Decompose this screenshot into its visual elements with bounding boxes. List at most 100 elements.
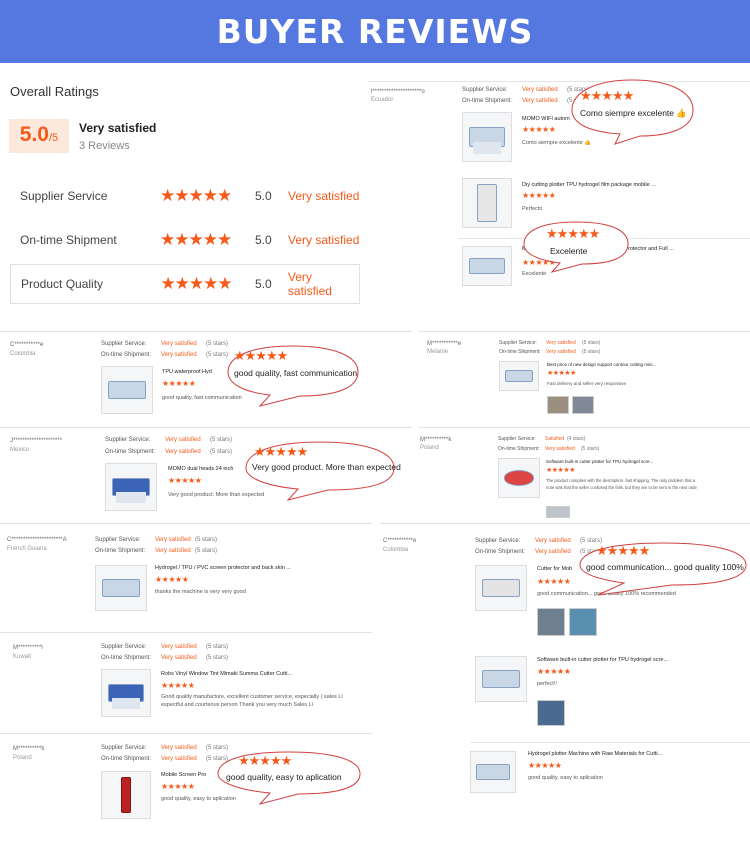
product-thumbnail[interactable] (498, 458, 540, 498)
product-thumbnail[interactable] (95, 565, 147, 611)
product-title[interactable]: Hydrogel plotter Machine with Raw Materi… (528, 751, 688, 757)
product-thumbnail[interactable] (499, 361, 539, 391)
meta-stars: (4 stars) (567, 436, 586, 442)
banner: BUYER REVIEWS (0, 0, 750, 63)
score-badge: 5.0 /5 (9, 119, 69, 153)
meta-value: Very satisfied (161, 341, 197, 347)
shipment-row: On-time Shipment: Very satisfied (5 star… (95, 548, 217, 554)
product-stars: ★★★★★ (155, 575, 189, 584)
bubble-text: good quality, fast communication (234, 368, 358, 378)
review-photo[interactable] (537, 608, 565, 636)
meta-stars: (5 stars) (206, 655, 229, 661)
product-stars: ★★★★★ (161, 681, 195, 690)
bubble-stars: ★★★★★ (238, 753, 292, 768)
meta-value: Satisfied (545, 436, 565, 442)
plotter-image-icon (482, 670, 520, 688)
meta-label: On-time Shipment: (499, 349, 541, 355)
reviewer-name: C**********************A (7, 537, 67, 543)
meta-stars: (5 stars) (210, 437, 233, 443)
product-thumbnail[interactable] (475, 565, 527, 611)
product-title[interactable]: Robs Vinyl Window Tint Mimaki Summa Cutt… (161, 671, 341, 677)
meta-value: Very satisfied (161, 644, 197, 650)
bubble-text: Como siempre excelente 👍 (580, 108, 687, 118)
product-title[interactable]: TPU waterproof Hyd (162, 369, 232, 375)
product-title[interactable]: Mobile Screen Pro (161, 772, 221, 778)
plotter-image-icon (504, 370, 534, 382)
product-stars: ★★★★★ (537, 667, 571, 676)
reviewer-country: French Guiana (7, 546, 47, 552)
divider (0, 331, 412, 332)
product-title[interactable]: Best price of new design support contour… (547, 362, 677, 367)
plotter-image-icon (108, 380, 146, 400)
rating-value: 5.0 (255, 233, 272, 247)
rating-row-quality[interactable]: Product Quality ★★★★★ 5.0 Very satisfied (10, 264, 360, 304)
star-rating-icon: ★★★★★ (160, 274, 232, 293)
meta-value: Very satisfied (522, 87, 558, 93)
supplier-service-row: Supplier Service: Very satisfied (5 star… (499, 340, 600, 346)
product-title[interactable]: Diy cutting plotter TPU hydrogel film pa… (522, 182, 682, 188)
meta-stars: (5 stars) (210, 449, 233, 455)
bubble-stars: ★★★★★ (596, 543, 650, 558)
meta-value: Very satisfied (155, 537, 191, 543)
rating-label: Supplier Service (20, 189, 108, 203)
reviewer-name: M**********l (13, 645, 43, 651)
product-thumbnail[interactable] (101, 366, 153, 414)
product-thumbnail[interactable] (462, 246, 512, 286)
reviewer-country: Kuwait (13, 654, 32, 660)
review-photo[interactable] (572, 396, 594, 414)
review-photo[interactable] (546, 506, 570, 518)
product-thumbnail[interactable] (101, 771, 151, 819)
meta-label: On-time Shipment: (475, 549, 526, 555)
product-thumbnail[interactable] (475, 656, 527, 702)
bubble-text: good communication... good quality 100% (586, 562, 744, 572)
product-comment: perfect!! (537, 681, 557, 687)
product-title[interactable]: Software built-in cutter plotter for TPU… (537, 657, 707, 663)
meta-value: Very satisfied (545, 446, 575, 452)
review-photo[interactable] (537, 700, 565, 726)
product-comment: thanks the machine is very very good (155, 589, 246, 595)
meta-stars: (5 stars) (581, 446, 600, 452)
product-thumbnail[interactable] (470, 751, 516, 793)
divider (380, 523, 750, 524)
product-thumbnail[interactable] (105, 463, 157, 511)
meta-label: Supplier Service: (499, 340, 537, 346)
product-stars: ★★★★★ (537, 577, 571, 586)
meta-stars: (5 stars) (195, 548, 218, 554)
rating-row-shipment: On-time Shipment ★★★★★ 5.0 Very satisfie… (10, 220, 360, 260)
product-thumbnail[interactable] (101, 669, 151, 717)
star-rating-icon: ★★★★★ (160, 230, 232, 249)
overall-ratings-title: Overall Ratings (10, 84, 99, 99)
supplier-service-row: Supplier Service: Very satisfied (5 star… (95, 537, 217, 543)
product-thumbnail[interactable] (462, 178, 512, 228)
product-stars: ★★★★★ (546, 467, 575, 474)
product-stars: ★★★★★ (161, 782, 195, 791)
plotter-stand (116, 491, 146, 504)
reviewer-country: Mexico (10, 447, 30, 453)
supplier-service-row: Supplier Service: Very satisfied (5 star… (105, 437, 232, 443)
score-out-of: /5 (49, 132, 59, 144)
review-photo[interactable] (569, 608, 597, 636)
product-title[interactable]: Software built-in cutter plotter for TPU… (546, 459, 696, 464)
reviewer-name: M**********k (420, 437, 452, 443)
plotter-image-icon (476, 764, 510, 780)
meta-label: Supplier Service: (462, 87, 508, 93)
meta-value: Very satisfied (535, 549, 571, 555)
reviewer-country: Poland (420, 445, 439, 451)
product-comment: good quality, easy to aplication (528, 775, 603, 781)
review-count[interactable]: 3 Reviews (79, 140, 130, 152)
score-value: 5.0 (19, 123, 49, 146)
speech-bubble: ★★★★★ good quality, fast communication (226, 344, 360, 408)
meta-stars: (5 stars) (582, 349, 601, 355)
product-title[interactable]: MOMO dual heads 24 inch (168, 466, 248, 472)
product-thumbnail[interactable] (462, 112, 512, 162)
rating-status: Very satisfied (288, 233, 360, 247)
review-photo[interactable] (547, 396, 569, 414)
divider (0, 523, 372, 524)
product-title[interactable]: Hydrogel / TPU / PVC screen protector an… (155, 565, 325, 571)
supplier-service-row: Supplier Service: Very satisfied (5 star… (101, 644, 228, 650)
meta-label: Supplier Service: (95, 537, 141, 543)
product-stars: ★★★★★ (522, 191, 556, 200)
overall-label: Very satisfied (79, 121, 157, 135)
bubble-stars: ★★★★★ (546, 226, 600, 241)
plotter-image-icon (468, 258, 506, 274)
